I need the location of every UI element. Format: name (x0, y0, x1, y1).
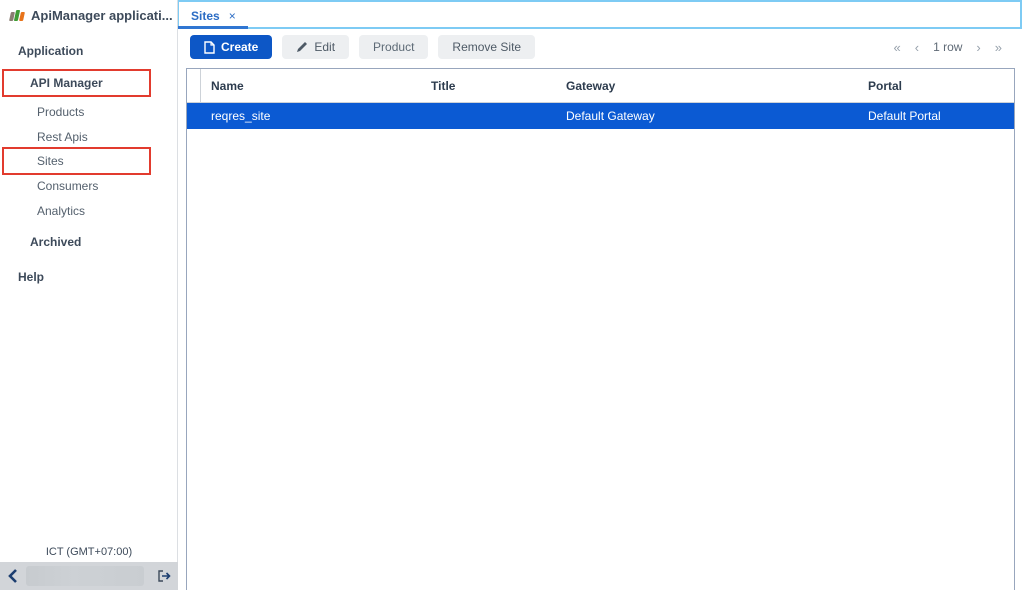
edit-button[interactable]: Edit (282, 35, 349, 59)
timezone-label: ICT (GMT+07:00) (0, 546, 178, 558)
row-selection-cell (187, 103, 201, 129)
sidebar-item-help[interactable]: Help (18, 264, 178, 290)
tab-strip: Sites × (178, 0, 1022, 29)
pagination-next-icon[interactable]: › (976, 40, 980, 55)
remove-site-button-label: Remove Site (452, 40, 521, 54)
product-button-label: Product (373, 40, 414, 54)
edit-button-label: Edit (314, 40, 335, 54)
tab-close-icon[interactable]: × (229, 10, 236, 22)
create-button[interactable]: Create (190, 35, 272, 59)
sidebar-item-api-manager[interactable]: API Manager (30, 70, 190, 96)
sidebar-collapse-button[interactable] (0, 562, 26, 590)
pagination-row-count: 1 row (933, 40, 962, 54)
column-header-title[interactable]: Title (421, 79, 556, 93)
pagination: « ‹ 1 row › » (894, 40, 1003, 55)
main-content: Sites × Create Edit Product (178, 0, 1024, 590)
column-header-name[interactable]: Name (201, 79, 421, 93)
table-row-selected[interactable]: reqres_site Default Gateway Default Port… (187, 103, 1014, 129)
sidebar-bottom-bar (0, 562, 178, 590)
sidebar-item-archived[interactable]: Archived (30, 229, 190, 255)
logout-icon (158, 570, 171, 582)
pencil-icon (296, 41, 308, 53)
remove-site-button[interactable]: Remove Site (438, 35, 535, 59)
active-tab-underline (178, 26, 248, 29)
pagination-last-icon[interactable]: » (995, 40, 1002, 55)
sidebar-item-rest-apis[interactable]: Rest Apis (37, 124, 197, 150)
cell-portal: Default Portal (858, 109, 1014, 123)
product-button[interactable]: Product (359, 35, 428, 59)
pagination-prev-icon[interactable]: ‹ (915, 40, 919, 55)
sidebar-item-application[interactable]: Application (18, 38, 178, 64)
table-header-row: Name Title Gateway Portal (187, 69, 1014, 103)
user-name-pill-blurred[interactable] (26, 566, 144, 586)
app-title: ApiManager applicati... (31, 8, 173, 23)
cell-name: reqres_site (201, 109, 421, 123)
column-header-portal[interactable]: Portal (858, 79, 1014, 93)
tab-sites-label: Sites (191, 9, 220, 23)
app-window: ApiManager applicati... Application API … (0, 0, 1024, 590)
sidebar-item-sites[interactable]: Sites (37, 148, 197, 174)
tab-sites[interactable]: Sites × (179, 2, 248, 29)
sidebar: ApiManager applicati... Application API … (0, 0, 178, 590)
sidebar-item-analytics[interactable]: Analytics (37, 198, 197, 224)
sidebar-item-consumers[interactable]: Consumers (37, 173, 197, 199)
sidebar-item-products[interactable]: Products (37, 99, 197, 125)
toolbar: Create Edit Product Remove Site « ‹ 1 ro… (190, 35, 1002, 59)
chevron-left-icon (8, 569, 18, 583)
app-header: ApiManager applicati... (0, 0, 177, 30)
sites-table: Name Title Gateway Portal reqres_site De… (186, 68, 1015, 590)
selection-column-header (187, 69, 201, 102)
app-logo-icon (10, 10, 24, 21)
create-document-icon (204, 41, 215, 54)
logout-button[interactable] (152, 562, 176, 590)
column-header-gateway[interactable]: Gateway (556, 79, 858, 93)
pagination-first-icon[interactable]: « (894, 40, 901, 55)
cell-gateway: Default Gateway (556, 109, 858, 123)
create-button-label: Create (221, 40, 258, 54)
